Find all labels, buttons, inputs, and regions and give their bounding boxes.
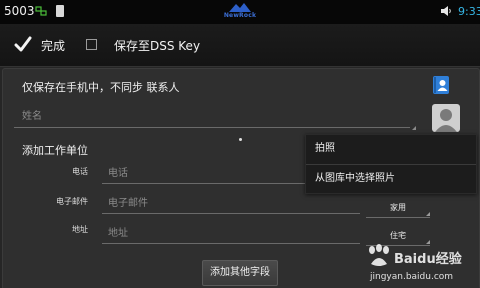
- check-icon[interactable]: [14, 35, 32, 53]
- status-bar: 5003 NewRock 9:33: [0, 0, 480, 24]
- email-type-select[interactable]: 家用: [366, 198, 430, 218]
- brand-logo-text: NewRock: [223, 12, 257, 19]
- phone-label: 电话: [72, 167, 88, 176]
- divider-dot: [239, 138, 242, 141]
- local-only-text: 仅保存在手机中，不同步 联系人: [22, 81, 180, 94]
- baidu-jingyan-watermark: Baidu经验 jingyan.baidu.com: [366, 244, 478, 286]
- extension-number: 5003: [4, 4, 35, 18]
- done-button[interactable]: 完成: [41, 37, 65, 54]
- save-to-dss-label[interactable]: 保存至DSS Key: [114, 37, 200, 54]
- clock: 9:33: [458, 5, 480, 18]
- address-label: 地址: [72, 225, 88, 234]
- name-input[interactable]: 姓名: [14, 106, 410, 128]
- network-link-icon: [35, 6, 47, 16]
- email-label: 电子邮件: [56, 197, 88, 206]
- contacts-book-icon[interactable]: [432, 75, 450, 95]
- logo-mark-icon: [229, 3, 251, 12]
- photo-source-menu: 拍照 从图库中选择照片: [305, 134, 477, 194]
- name-expand-icon[interactable]: [412, 126, 416, 130]
- brand-logo: NewRock: [214, 3, 266, 23]
- section-title: 添加工作单位: [22, 144, 88, 157]
- paw-logo-icon: [369, 244, 389, 266]
- address-input[interactable]: 地址: [102, 224, 360, 244]
- action-bar: 完成 保存至DSS Key: [0, 24, 480, 67]
- contact-photo-avatar[interactable]: [432, 104, 460, 132]
- address-type-select[interactable]: 住宅: [366, 226, 430, 246]
- person-silhouette-icon: [435, 109, 457, 132]
- save-to-dss-checkbox[interactable]: [86, 39, 97, 50]
- email-input[interactable]: 电子邮件: [102, 194, 360, 214]
- menu-item-choose-from-gallery[interactable]: 从图库中选择照片: [306, 165, 476, 193]
- volume-icon: [441, 6, 451, 16]
- menu-item-take-photo[interactable]: 拍照: [306, 135, 476, 163]
- screen: 5003 NewRock 9:33 完成 保存至DSS Key 仅保存在手机中，…: [0, 0, 480, 288]
- add-other-fields-button[interactable]: 添加其他字段: [202, 260, 278, 286]
- watermark-title: Baidu经验: [394, 252, 462, 267]
- sd-card-icon: [56, 5, 64, 17]
- watermark-url: jingyan.baidu.com: [370, 272, 454, 282]
